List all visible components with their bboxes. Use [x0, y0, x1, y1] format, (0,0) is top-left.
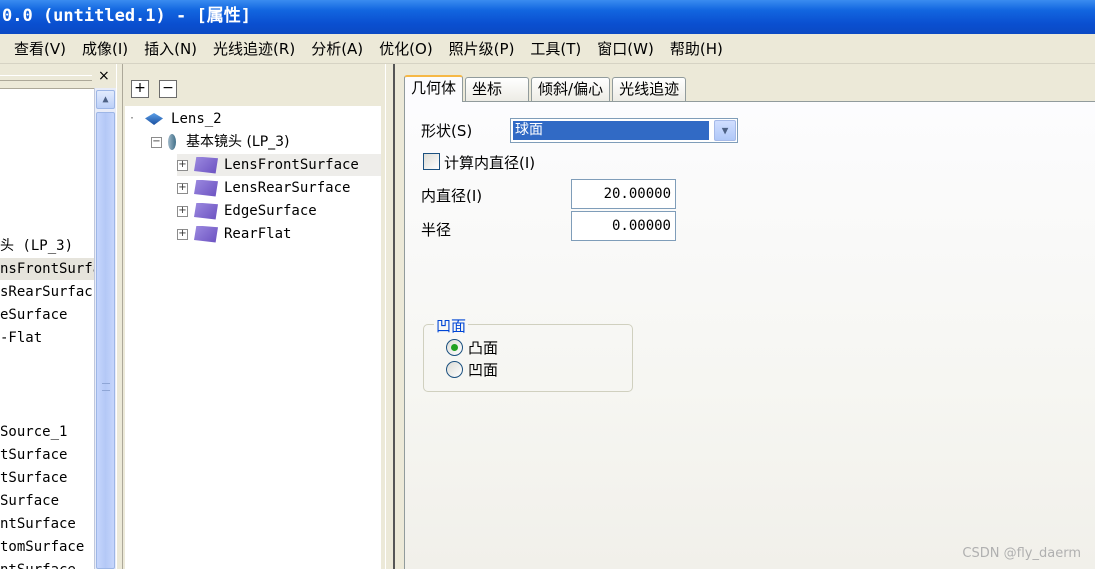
left-tree-item[interactable]: Source_1	[0, 421, 67, 443]
left-tree-item[interactable]: -Flat	[0, 327, 42, 349]
concavity-group: 凹面 凸面 凹面	[423, 315, 633, 392]
surface-icon	[194, 179, 218, 197]
expand-all-button[interactable]: +	[131, 80, 149, 98]
shape-value: 球面	[513, 121, 709, 140]
tree-item-label: RearFlat	[224, 226, 292, 242]
menu-help[interactable]: 帮助(H)	[670, 38, 723, 59]
window-title: 0.0 (untitled.1) - [属性]	[2, 6, 251, 26]
splitter-left[interactable]	[116, 64, 123, 569]
tree-item-surface[interactable]: + LensFrontSurface	[177, 154, 381, 176]
menu-imaging[interactable]: 成像(I)	[82, 38, 128, 59]
left-tree-item[interactable]: tomSurface	[0, 536, 84, 558]
inner-diameter-field[interactable]: 20.00000	[571, 179, 676, 209]
tree-item-surface[interactable]: + RearFlat	[177, 223, 291, 245]
menu-window[interactable]: 窗口(W)	[597, 38, 654, 59]
tree-line-icon: ·	[129, 113, 136, 124]
concavity-group-title: 凹面	[434, 315, 469, 336]
calc-inner-diameter-checkbox[interactable]	[423, 153, 440, 170]
expand-icon[interactable]: +	[177, 228, 188, 240]
tree-item-surface[interactable]: + EdgeSurface	[177, 200, 317, 222]
scroll-up-icon[interactable]: ▲	[96, 90, 115, 109]
inner-diameter-label: 内直径(I)	[421, 187, 483, 205]
menu-analysis[interactable]: 分析(A)	[311, 38, 363, 59]
surface-icon	[194, 156, 218, 174]
tree-toolbar: + −	[131, 80, 177, 98]
collapse-all-button[interactable]: −	[159, 80, 177, 98]
scroll-thumb[interactable]	[96, 112, 115, 569]
left-tree-item[interactable]: ntSurface	[0, 559, 76, 569]
property-tabs: 几何体 坐标 倾斜/偏心 光线追迹	[404, 75, 688, 102]
tab-raytrace[interactable]: 光线追迹	[612, 77, 687, 102]
convex-radio[interactable]	[446, 339, 463, 356]
left-tree-item[interactable]: tSurface	[0, 467, 67, 489]
left-tree-item[interactable]: sRearSurfac	[0, 281, 93, 303]
radius-field[interactable]: 0.00000	[571, 211, 676, 241]
left-tree-item[interactable]: Surface	[0, 490, 59, 512]
surface-icon	[194, 202, 218, 220]
concave-label: 凹面	[468, 361, 499, 379]
menu-insert[interactable]: 插入(N)	[144, 38, 197, 59]
left-tree-item[interactable]: eSurface	[0, 304, 67, 326]
calc-inner-diameter-label: 计算内直径(I)	[444, 154, 536, 172]
menu-tools[interactable]: 工具(T)	[530, 38, 581, 59]
tab-geometry[interactable]: 几何体	[404, 75, 464, 102]
menu-optimize[interactable]: 优化(O)	[379, 38, 433, 59]
lens-group-icon	[168, 134, 176, 150]
component-tree: · Lens_2 − 基本镜头 (LP_3) + LensFrontSurfac…	[125, 106, 381, 569]
tab-tilt-decenter[interactable]: 倾斜/偏心	[531, 77, 611, 102]
left-tree-item[interactable]: 头 (LP_3)	[0, 235, 73, 257]
menu-photorealistic[interactable]: 照片级(P)	[449, 38, 515, 59]
expand-icon[interactable]: +	[177, 159, 188, 171]
left-panel-header: ×	[0, 68, 118, 88]
component-tree-panel: + − · Lens_2 − 基本镜头 (LP_3) + LensFrontSu…	[123, 64, 385, 569]
surface-icon	[194, 225, 218, 243]
radius-label: 半径	[421, 221, 452, 239]
shape-select[interactable]: 球面 ▼	[510, 118, 738, 143]
collapse-icon[interactable]: −	[151, 136, 162, 148]
panel-grip[interactable]	[0, 75, 92, 81]
expand-icon[interactable]: +	[177, 182, 188, 194]
concave-radio[interactable]	[446, 361, 463, 378]
tab-coordinates[interactable]: 坐标	[465, 77, 530, 102]
menu-raytrace[interactable]: 光线追迹(R)	[213, 38, 295, 59]
expand-icon[interactable]: +	[177, 205, 188, 217]
tree-item-group[interactable]: − 基本镜头 (LP_3)	[151, 131, 290, 153]
left-tree-item[interactable]: ntSurface	[0, 513, 76, 535]
properties-panel: 几何体 坐标 倾斜/偏心 光线追迹 形状(S) 球面 ▼ 计算内直径(I) 内直…	[395, 64, 1095, 569]
close-icon[interactable]: ×	[98, 68, 110, 84]
tree-item-root[interactable]: · Lens_2	[129, 108, 222, 130]
menu-view[interactable]: 查看(V)	[14, 38, 66, 59]
splitter-right[interactable]	[385, 64, 395, 569]
chevron-down-icon[interactable]: ▼	[714, 120, 736, 141]
convex-label: 凸面	[468, 339, 499, 357]
left-panel: × 头 (LP_3) nsFrontSurfa sRearSurfac eSur…	[0, 64, 120, 569]
left-tree-item[interactable]: nsFrontSurfa	[0, 258, 94, 280]
title-bar: 0.0 (untitled.1) - [属性]	[0, 0, 1095, 34]
left-scrollbar[interactable]: ▲	[94, 88, 116, 569]
tree-item-label: LensRearSurface	[224, 180, 351, 196]
tree-item-label: EdgeSurface	[224, 203, 317, 219]
tree-item-label: 基本镜头 (LP_3)	[186, 134, 290, 150]
watermark: CSDN @fly_daerm	[962, 546, 1081, 561]
radio-selected-icon	[451, 344, 458, 351]
left-tree: 头 (LP_3) nsFrontSurfa sRearSurfac eSurfa…	[0, 88, 94, 569]
tree-item-surface[interactable]: + LensRearSurface	[177, 177, 350, 199]
shape-label: 形状(S)	[421, 122, 473, 140]
lens-icon	[145, 113, 164, 125]
tree-item-label: Lens_2	[171, 111, 222, 127]
menu-bar: 查看(V) 成像(I) 插入(N) 光线追迹(R) 分析(A) 优化(O) 照片…	[0, 34, 1095, 64]
left-tree-item[interactable]: tSurface	[0, 444, 67, 466]
grip-icon	[102, 383, 110, 391]
tree-item-label: LensFrontSurface	[224, 157, 359, 173]
tab-content: 形状(S) 球面 ▼ 计算内直径(I) 内直径(I) 20.00000 半径 0…	[404, 101, 1095, 569]
